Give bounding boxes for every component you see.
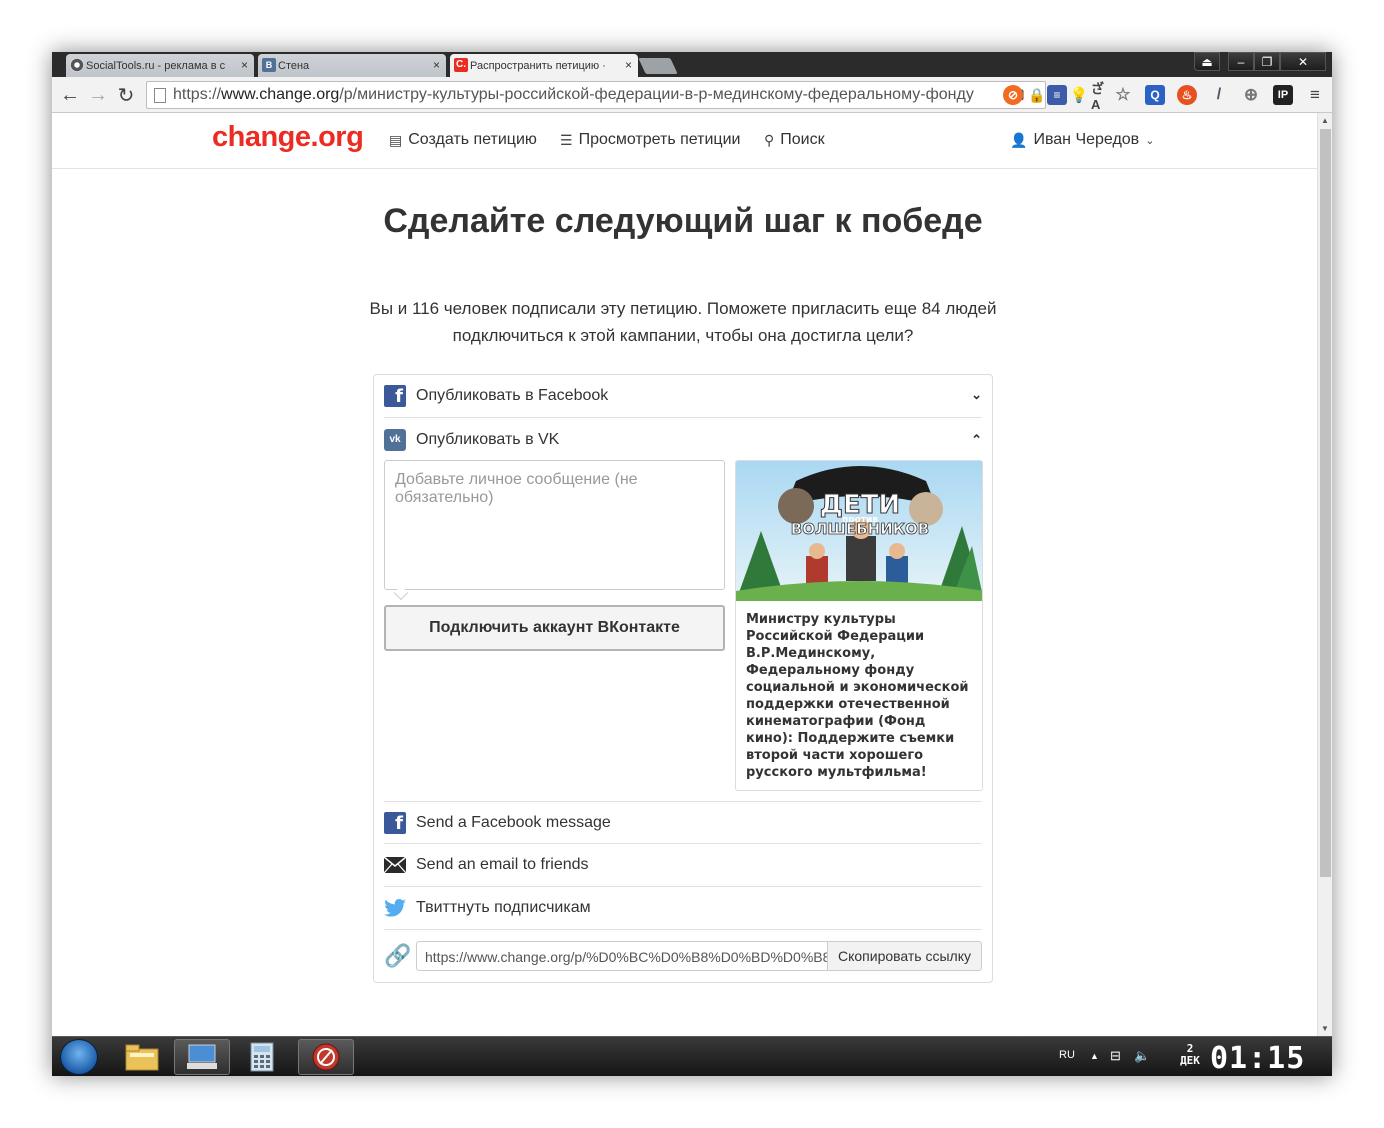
back-button[interactable]: ← xyxy=(58,83,82,107)
copy-link-button[interactable]: Скопировать ссылку xyxy=(827,941,982,971)
chevron-down-icon: ⌄ xyxy=(971,387,982,402)
browser-taskbar-icon[interactable] xyxy=(298,1039,354,1075)
user-menu[interactable]: 👤 Иван Чередов ⌄ xyxy=(1010,131,1154,149)
list-icon: ☰ xyxy=(560,131,573,148)
tab-close-icon[interactable]: × xyxy=(433,58,440,72)
tray-expand-icon[interactable]: ▲ xyxy=(1090,1051,1099,1061)
fire-extension-icon[interactable]: ♨ xyxy=(1177,85,1197,105)
windows-taskbar: RU ▲ ⊟ 🔈 2 ДЕК 01:15 xyxy=(52,1036,1332,1076)
tab-close-icon[interactable]: × xyxy=(241,58,248,72)
envelope-icon xyxy=(384,854,406,876)
petition-preview-text: Министру культуры Российской Федерации В… xyxy=(746,612,969,780)
explorer-taskbar-icon[interactable] xyxy=(114,1039,170,1075)
link-icon: 🔗 xyxy=(384,943,412,968)
site-header: change.org ▤ Создать петицию ☰ Просмотре… xyxy=(52,113,1317,169)
vk-message-input[interactable]: Добавьте личное сообщение (не обязательн… xyxy=(384,460,725,590)
reload-button[interactable]: ↻ xyxy=(114,83,138,107)
change-org-icon: C. xyxy=(454,58,468,72)
petition-preview-image: ДЕТИ против ВОЛШЕБНИКОВ xyxy=(736,461,982,601)
taskbar-date[interactable]: 2 ДЕК xyxy=(1174,1043,1206,1067)
address-bar[interactable]: https://www.change.org/p/министру-культу… xyxy=(146,81,1046,109)
nav-search[interactable]: ⚲ Поиск xyxy=(764,131,825,149)
start-button[interactable] xyxy=(60,1039,98,1075)
new-tab-button[interactable] xyxy=(638,58,678,74)
change-org-logo[interactable]: change.org xyxy=(212,121,364,154)
tab-close-icon[interactable]: × xyxy=(625,58,632,72)
nav-browse-petitions[interactable]: ☰ Просмотреть петиции xyxy=(560,131,740,149)
page-title: Сделайте следующий шаг к победе xyxy=(383,202,983,240)
vk-connect-button[interactable]: Подключить аккаунт ВКонтакте xyxy=(384,605,725,651)
ip-extension-icon[interactable]: IP xyxy=(1273,85,1293,105)
globe-icon[interactable]: ⊕ xyxy=(1241,85,1261,105)
bookmark-star-icon[interactable]: ☆ xyxy=(1113,85,1133,105)
pen-extension-icon[interactable]: / xyxy=(1209,85,1229,105)
us-flag-icon[interactable]: ≡ xyxy=(1047,85,1067,105)
vk-icon: vk xyxy=(384,428,406,451)
share-email[interactable]: Send an email to friends xyxy=(384,844,982,887)
share-link-row: 🔗 https://www.change.org/p/%D0%BC%D0%B8%… xyxy=(384,941,982,973)
share-facebook-message[interactable]: f Send a Facebook message xyxy=(384,801,982,844)
forward-button[interactable]: → xyxy=(86,83,110,107)
search-extension-icon[interactable]: Q xyxy=(1145,85,1165,105)
page-scrollbar[interactable]: ▲ ▼ xyxy=(1317,113,1332,1036)
user-icon: 👤 xyxy=(1010,131,1028,148)
page-subtitle: Вы и 116 человек подписали эту петицию. … xyxy=(369,299,997,345)
page-icon xyxy=(154,88,166,103)
browser-window: SocialTools.ru - реклама в с × B Стена ×… xyxy=(52,52,1332,1076)
facebook-icon: f xyxy=(384,385,406,407)
tab-change-share[interactable]: C. Распространить петицию · × xyxy=(450,54,638,77)
remote-desktop-taskbar-icon[interactable] xyxy=(174,1039,230,1075)
browser-toolbar: ← → ↻ https://www.change.org/p/министру-… xyxy=(52,77,1332,113)
vk-icon: B xyxy=(262,58,276,72)
facebook-icon: f xyxy=(384,811,406,834)
search-icon: ⚲ xyxy=(764,131,775,148)
restore-button[interactable]: ❐ xyxy=(1254,52,1280,71)
share-panel: f Опубликовать в Facebook ⌄ vk Опубликов… xyxy=(373,374,993,983)
language-indicator[interactable]: RU xyxy=(1059,1049,1075,1061)
menu-icon[interactable]: ≡ xyxy=(1305,85,1325,105)
close-window-button[interactable]: ✕ xyxy=(1280,52,1326,71)
scroll-up-icon[interactable]: ▲ xyxy=(1321,116,1329,125)
share-facebook-post[interactable]: f Опубликовать в Facebook ⌄ xyxy=(384,375,982,418)
tab-vk-wall[interactable]: B Стена × xyxy=(258,54,446,77)
lock-icon[interactable]: 🔒 xyxy=(1027,85,1047,105)
page-viewport: change.org ▤ Создать петицию ☰ Просмотре… xyxy=(52,113,1317,1036)
translate-icon[interactable]: ざA xyxy=(1091,81,1111,112)
scrollbar-thumb[interactable] xyxy=(1320,129,1331,877)
chrome-icon xyxy=(70,58,84,72)
preview-title-line3: ВОЛШЕБНИКОВ xyxy=(791,520,929,538)
share-link-input[interactable]: https://www.change.org/p/%D0%BC%D0%B8%D0… xyxy=(416,941,828,971)
no-ads-icon[interactable]: ⊘ xyxy=(1003,85,1023,105)
tab-bar: SocialTools.ru - реклама в с × B Стена ×… xyxy=(52,52,1332,77)
chevron-down-icon: ⌄ xyxy=(1145,134,1155,147)
tab-socialtools[interactable]: SocialTools.ru - реклама в с × xyxy=(66,54,254,77)
share-vk-post[interactable]: vk Опубликовать в VK ⌃ xyxy=(384,418,982,461)
share-twitter[interactable]: Твиттнуть подписчикам xyxy=(384,887,982,930)
lightbulb-icon[interactable]: 💡 xyxy=(1069,85,1089,105)
nav-create-petition[interactable]: ▤ Создать петицию xyxy=(389,131,537,149)
network-icon[interactable]: ⊟ xyxy=(1110,1048,1121,1064)
document-icon: ▤ xyxy=(389,131,403,148)
user-profile-button[interactable]: ⏏ xyxy=(1194,52,1220,71)
volume-icon[interactable]: 🔈 xyxy=(1134,1048,1150,1064)
minimize-button[interactable]: – xyxy=(1228,52,1254,71)
taskbar-clock[interactable]: 01:15 xyxy=(1210,1041,1305,1076)
petition-preview-card: ДЕТИ против ВОЛШЕБНИКОВ Министру культур… xyxy=(735,460,983,791)
calculator-taskbar-icon[interactable] xyxy=(234,1039,290,1075)
twitter-icon xyxy=(384,897,406,919)
scroll-down-icon[interactable]: ▼ xyxy=(1321,1024,1329,1033)
chevron-up-icon: ⌃ xyxy=(971,432,982,447)
